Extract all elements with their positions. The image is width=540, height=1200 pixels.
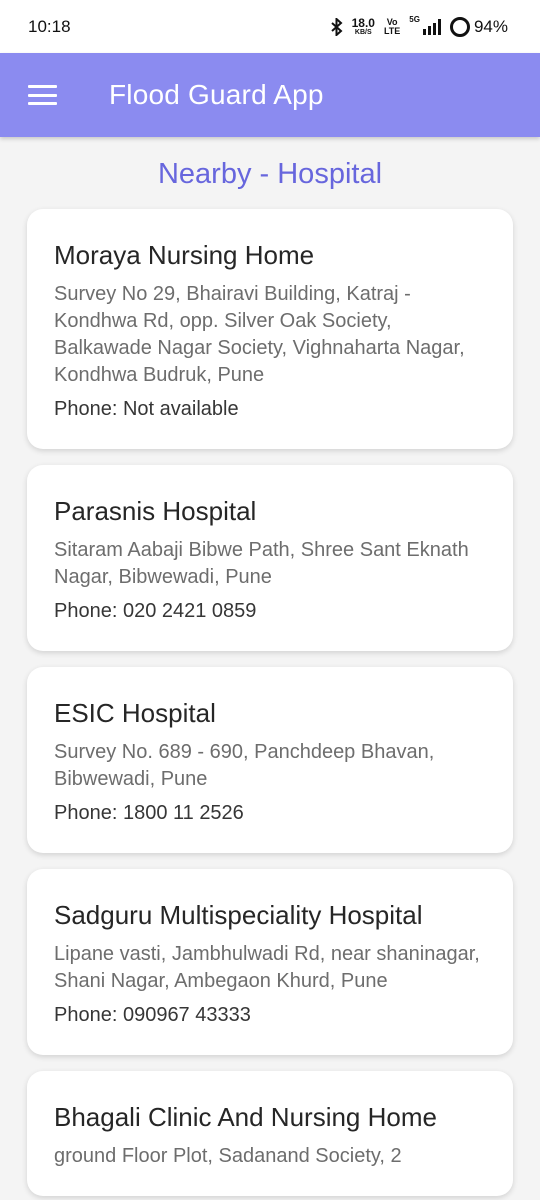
signal-icon (422, 18, 441, 35)
status-icons: 18.0 KB/S Vo LTE 5G 94% (330, 14, 508, 37)
hospital-card[interactable]: Sadguru Multispeciality Hospital Lipane … (27, 869, 513, 1055)
battery-icon (449, 16, 470, 37)
hospital-address: Sitaram Aabaji Bibwe Path, Shree Sant Ek… (54, 539, 469, 588)
hospital-list[interactable]: Moraya Nursing Home Survey No 29, Bhaira… (0, 197, 540, 1196)
volte-icon: Vo LTE (383, 16, 401, 36)
hospital-name: Bhagali Clinic And Nursing Home (54, 1102, 437, 1132)
hospital-address: ground Floor Plot, Sadanand Society, 2 (54, 1145, 402, 1167)
hospital-card[interactable]: Bhagali Clinic And Nursing Home ground F… (27, 1071, 513, 1196)
hospital-address: Survey No. 689 - 690, Panchdeep Bhavan, … (54, 741, 435, 790)
network-type: 5G (409, 14, 420, 24)
hospital-phone: Phone: 1800 11 2526 (54, 802, 244, 824)
hospital-name: Sadguru Multispeciality Hospital (54, 900, 423, 930)
hospital-name: Moraya Nursing Home (54, 240, 315, 270)
hospital-phone: Phone: 090967 43333 (54, 1004, 251, 1026)
section-title: Nearby - Hospital (157, 158, 383, 190)
app-screen: 10:18 18.0 KB/S Vo LTE 5G 94% Flood Guar… (0, 0, 540, 1200)
bluetooth-icon (330, 17, 343, 36)
hospital-card[interactable]: Parasnis Hospital Sitaram Aabaji Bibwe P… (27, 465, 513, 651)
hospital-phone: Phone: 020 2421 0859 (54, 600, 257, 622)
status-bar: 10:18 18.0 KB/S Vo LTE 5G 94% (0, 0, 540, 53)
hospital-name: ESIC Hospital (54, 698, 216, 728)
hospital-address: Survey No 29, Bhairavi Building, Katraj … (54, 283, 465, 386)
hospital-address: Lipane vasti, Jambhulwadi Rd, near shani… (54, 943, 480, 992)
hospital-phone: Phone: Not available (54, 398, 239, 420)
hospital-name: Parasnis Hospital (54, 496, 257, 526)
battery-level: 94% (473, 16, 508, 36)
status-time: 10:18 (28, 16, 71, 36)
hamburger-menu-icon[interactable] (28, 85, 57, 105)
app-title: Flood Guard App (109, 79, 324, 110)
hospital-card[interactable]: Moraya Nursing Home Survey No 29, Bhaira… (27, 209, 513, 449)
app-bar: Flood Guard App (0, 53, 540, 137)
network-speed: 18.0 KB/S (351, 16, 375, 36)
hospital-card[interactable]: ESIC Hospital Survey No. 689 - 690, Panc… (27, 667, 513, 853)
